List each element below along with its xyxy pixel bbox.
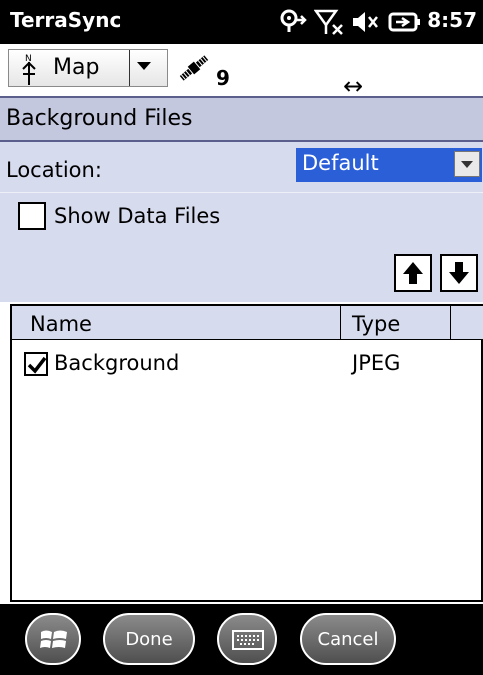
chevron-down-icon: [137, 62, 151, 70]
panel-header: Background Files: [0, 96, 483, 142]
app-title: TerraSync: [10, 8, 122, 32]
bottom-bar: Done Cancel: [0, 604, 483, 675]
done-label: Done: [125, 629, 173, 650]
move-up-button[interactable]: [394, 254, 432, 292]
location-select[interactable]: Default: [296, 148, 482, 182]
panel-title: Background Files: [6, 106, 193, 131]
list-header: Name Type: [12, 306, 483, 340]
column-divider: [450, 306, 451, 340]
keyboard-button[interactable]: [217, 613, 277, 665]
column-divider: [340, 306, 341, 340]
start-button[interactable]: [25, 613, 81, 665]
divider: [0, 192, 483, 193]
arrow-down-icon: [449, 262, 469, 284]
done-button[interactable]: Done: [103, 613, 195, 665]
column-header-name[interactable]: Name: [30, 312, 92, 336]
panel-body: Location: Default Show Data Files: [0, 142, 483, 302]
arrow-up-icon: [403, 262, 423, 284]
chevron-down-icon[interactable]: [454, 151, 480, 177]
toolbar: N Map 9 ↔: [0, 44, 483, 100]
cancel-button[interactable]: Cancel: [300, 613, 396, 665]
row-type: JPEG: [352, 351, 401, 375]
show-data-files-label[interactable]: Show Data Files: [54, 204, 220, 228]
show-data-files-checkbox[interactable]: [18, 202, 46, 230]
battery-charging-icon: [388, 12, 420, 32]
satellite-icon: [179, 55, 209, 81]
move-down-button[interactable]: [440, 254, 478, 292]
north-arrow-icon: N: [22, 54, 36, 85]
map-label: Map: [53, 55, 100, 80]
clock: 8:57: [427, 8, 477, 32]
gps-connection-icon: [280, 9, 307, 32]
volume-muted-icon: [353, 12, 378, 32]
checkmark-icon: [27, 356, 47, 374]
row-checkbox[interactable]: [24, 352, 48, 376]
location-label: Location:: [6, 158, 102, 182]
map-dropdown[interactable]: N Map: [8, 49, 168, 87]
dropdown-divider: [129, 50, 130, 86]
windows-logo-icon: [40, 630, 67, 648]
location-value: Default: [302, 151, 379, 175]
satellite-count: 9: [216, 66, 230, 90]
status-bar: TerraSync 8:57: [0, 0, 483, 44]
row-name: Background: [54, 351, 180, 375]
list-item[interactable]: Background JPEG: [12, 346, 483, 378]
file-list: Name Type Background JPEG: [10, 304, 483, 602]
cancel-label: Cancel: [317, 629, 379, 650]
no-signal-icon: [314, 9, 343, 35]
keyboard-icon: [232, 630, 264, 650]
column-header-type[interactable]: Type: [352, 312, 400, 336]
